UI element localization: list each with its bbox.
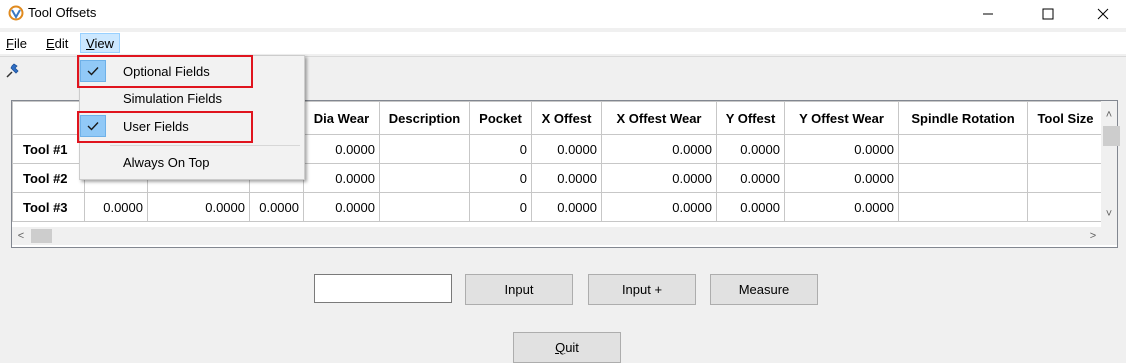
grid-cell-description[interactable]	[379, 134, 470, 164]
col-header-description[interactable]: Description	[379, 101, 470, 135]
app-logo-icon	[8, 5, 24, 21]
grid-cell-y-offest[interactable]: 0.0000	[716, 134, 785, 164]
minimize-icon	[983, 13, 993, 15]
col-header-tool-size[interactable]: Tool Size	[1027, 101, 1104, 135]
menu-view[interactable]: View	[80, 33, 120, 53]
grid-cell-pocket[interactable]: 0	[469, 163, 532, 193]
menu-item-always-on-top[interactable]: Always On Top	[80, 152, 304, 174]
grid-cell-x-offest[interactable]: 0.0000	[531, 163, 602, 193]
grid-cell-spindle-rotation[interactable]	[898, 192, 1028, 222]
menu-edit[interactable]: Edit	[44, 35, 70, 53]
grid-cell-tool-size[interactable]	[1027, 134, 1104, 164]
grid-cell-dia-wear[interactable]: 0.0000	[303, 192, 380, 222]
grid-cell-description[interactable]	[379, 163, 470, 193]
grid-cell-pocket[interactable]: 0	[469, 192, 532, 222]
table-row: Tool #3 0.0000 0.0000 0.0000 0.0000 0 0.…	[12, 192, 1104, 222]
scroll-left-icon[interactable]: <	[14, 229, 28, 243]
grid-cell-dia-wear[interactable]: 0.0000	[303, 134, 380, 164]
close-icon	[1097, 8, 1109, 20]
window-title: Tool Offsets	[28, 5, 97, 20]
close-button[interactable]	[1080, 0, 1126, 28]
menu-item-simulation-fields[interactable]: Simulation Fields	[80, 88, 304, 110]
col-header-x-offest[interactable]: X Offest	[531, 101, 602, 135]
annotation-box-optional-fields	[77, 55, 253, 88]
row-header[interactable]: Tool #2	[12, 163, 85, 193]
pin-icon[interactable]	[4, 62, 22, 80]
input-plus-button[interactable]: Input +	[588, 274, 696, 305]
grid-cell-spindle-rotation[interactable]	[898, 134, 1028, 164]
col-header-y-offest[interactable]: Y Offest	[716, 101, 785, 135]
menu-view-label: iew	[94, 36, 114, 51]
maximize-button[interactable]	[1025, 0, 1071, 28]
grid-cell-y-offest-wear[interactable]: 0.0000	[784, 163, 899, 193]
grid-cell-x-offest[interactable]: 0.0000	[531, 192, 602, 222]
scroll-right-icon[interactable]: >	[1086, 229, 1100, 243]
col-header-spindle-rotation[interactable]: Spindle Rotation	[898, 101, 1028, 135]
row-header[interactable]: Tool #3	[12, 192, 85, 222]
col-header-x-offest-wear[interactable]: X Offest Wear	[601, 101, 717, 135]
grid-cell-dia-wear[interactable]: 0.0000	[303, 163, 380, 193]
grid-cell-pocket[interactable]: 0	[469, 134, 532, 164]
minimize-button[interactable]	[965, 0, 1011, 28]
grid-cell-y-offest[interactable]: 0.0000	[716, 163, 785, 193]
menu-separator	[110, 145, 300, 146]
grid-cell-tool-size[interactable]	[1027, 163, 1104, 193]
col-header-dia-wear[interactable]: Dia Wear	[303, 101, 380, 135]
title-bar	[0, 0, 1126, 28]
annotation-box-user-fields	[77, 111, 253, 143]
grid-cell-x-offest-wear[interactable]: 0.0000	[601, 134, 717, 164]
grid-cell-description[interactable]	[379, 192, 470, 222]
quit-button[interactable]: Quit	[513, 332, 621, 363]
grid-cell[interactable]: 0.0000	[249, 192, 304, 222]
grid-cell-y-offest-wear[interactable]: 0.0000	[784, 192, 899, 222]
grid-cell-tool-size[interactable]	[1027, 192, 1104, 222]
input-button[interactable]: Input	[465, 274, 573, 305]
grid-cell-x-offest-wear[interactable]: 0.0000	[601, 163, 717, 193]
menu-edit-label: dit	[54, 36, 69, 51]
col-header-pocket[interactable]: Pocket	[469, 101, 532, 135]
grid-cell[interactable]: 0.0000	[147, 192, 250, 222]
menu-bar	[0, 32, 1126, 54]
quit-label: uit	[565, 340, 579, 355]
grid-cell-y-offest-wear[interactable]: 0.0000	[784, 134, 899, 164]
grid-cell-y-offest[interactable]: 0.0000	[716, 192, 785, 222]
menu-file[interactable]: File	[4, 35, 29, 53]
menu-edit-hotkey: E	[46, 36, 55, 51]
menu-file-label: ile	[13, 36, 27, 51]
vertical-scroll-thumb[interactable]	[1103, 126, 1120, 146]
col-header-y-offest-wear[interactable]: Y Offest Wear	[784, 101, 899, 135]
measure-button[interactable]: Measure	[710, 274, 818, 305]
grid-cell-x-offest-wear[interactable]: 0.0000	[601, 192, 717, 222]
scroll-up-icon[interactable]: ˄	[1102, 108, 1116, 122]
menu-file-hotkey: F	[6, 36, 14, 51]
grid-cell-x-offest[interactable]: 0.0000	[531, 134, 602, 164]
grid-cell[interactable]: 0.0000	[84, 192, 148, 222]
grid-cell-spindle-rotation[interactable]	[898, 163, 1028, 193]
value-input[interactable]	[314, 274, 452, 303]
col-header-corner	[12, 101, 85, 135]
horizontal-scroll-thumb[interactable]	[31, 229, 52, 243]
maximize-icon	[1042, 8, 1054, 20]
row-header[interactable]: Tool #1	[12, 134, 85, 164]
scroll-down-icon[interactable]: ˅	[1102, 207, 1116, 221]
horizontal-scrollbar[interactable]	[12, 227, 1117, 245]
quit-hotkey: Q	[555, 340, 566, 355]
